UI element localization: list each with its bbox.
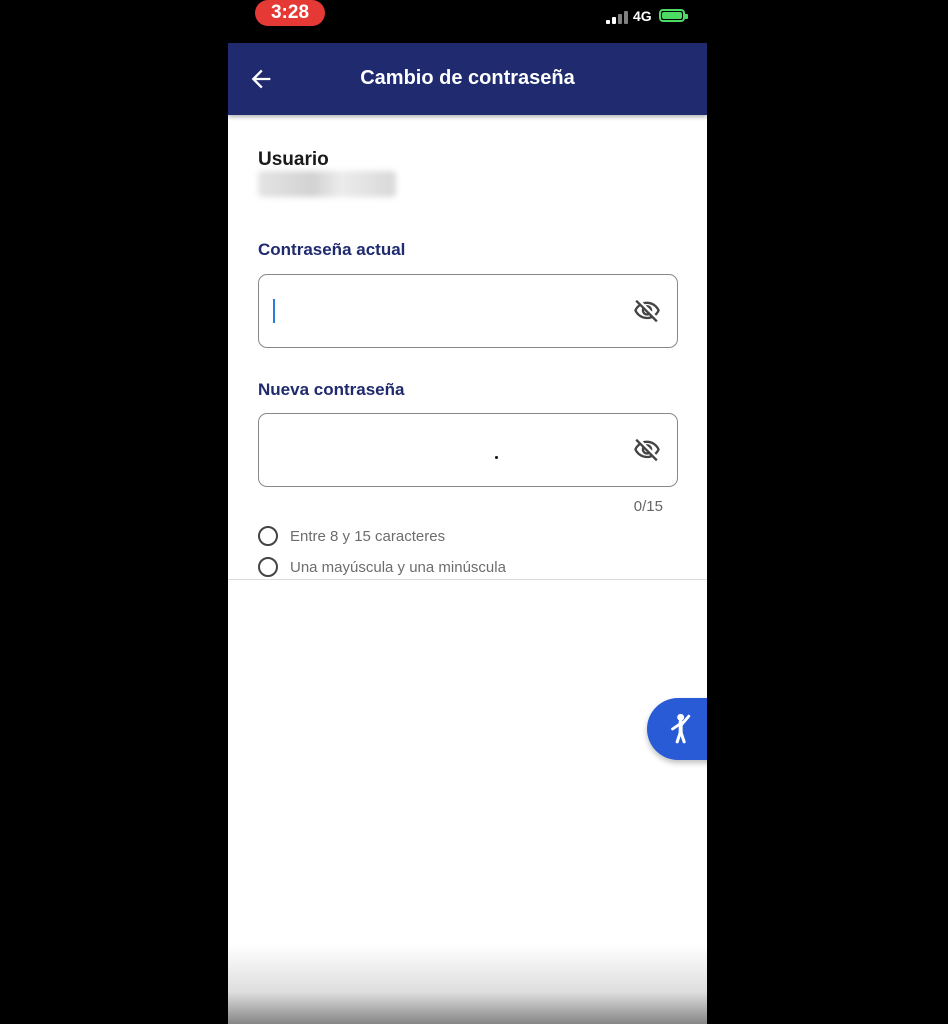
signal-bars-icon: [606, 10, 630, 24]
requirement-status-circle: [258, 557, 278, 577]
battery-charging-icon: [659, 9, 688, 22]
requirement-text: Entre 8 y 15 caracteres: [290, 527, 446, 545]
text-cursor: [273, 299, 275, 323]
touch-dot: [495, 456, 498, 459]
status-time: 3:28: [255, 0, 325, 26]
requirement-text: Una mayúscula y una minúscula: [290, 558, 506, 576]
status-bar: 3:28 4G: [0, 0, 948, 40]
requirement-status-circle: [258, 526, 278, 546]
current-password-label: Contraseña actual: [258, 240, 406, 259]
user-value-redacted: [258, 171, 396, 197]
new-password-field[interactable]: [258, 413, 678, 487]
toggle-visibility-button[interactable]: [631, 436, 663, 464]
character-counter: 0/15: [633, 498, 663, 515]
new-password-label: Nueva contraseña: [258, 380, 405, 399]
user-label: Usuario: [258, 149, 329, 170]
accessibility-button[interactable]: [647, 698, 707, 760]
eye-off-icon: [634, 438, 660, 462]
accessibility-icon: [671, 713, 691, 744]
app-bar: Cambio de contraseña: [228, 43, 707, 115]
eye-off-icon: [634, 299, 660, 323]
current-password-field[interactable]: [258, 274, 678, 348]
divider: [228, 579, 707, 580]
toggle-visibility-button[interactable]: [631, 297, 663, 325]
app-screen: Cambio de contraseña Usuario Contraseña …: [228, 43, 707, 1024]
requirement-item: Una mayúscula y una minúscula: [258, 556, 506, 578]
network-type: 4G: [633, 8, 652, 24]
requirement-item: Entre 8 y 15 caracteres: [258, 525, 445, 547]
page-title: Cambio de contraseña: [360, 67, 575, 89]
bottom-fade-overlay: [228, 944, 707, 1024]
